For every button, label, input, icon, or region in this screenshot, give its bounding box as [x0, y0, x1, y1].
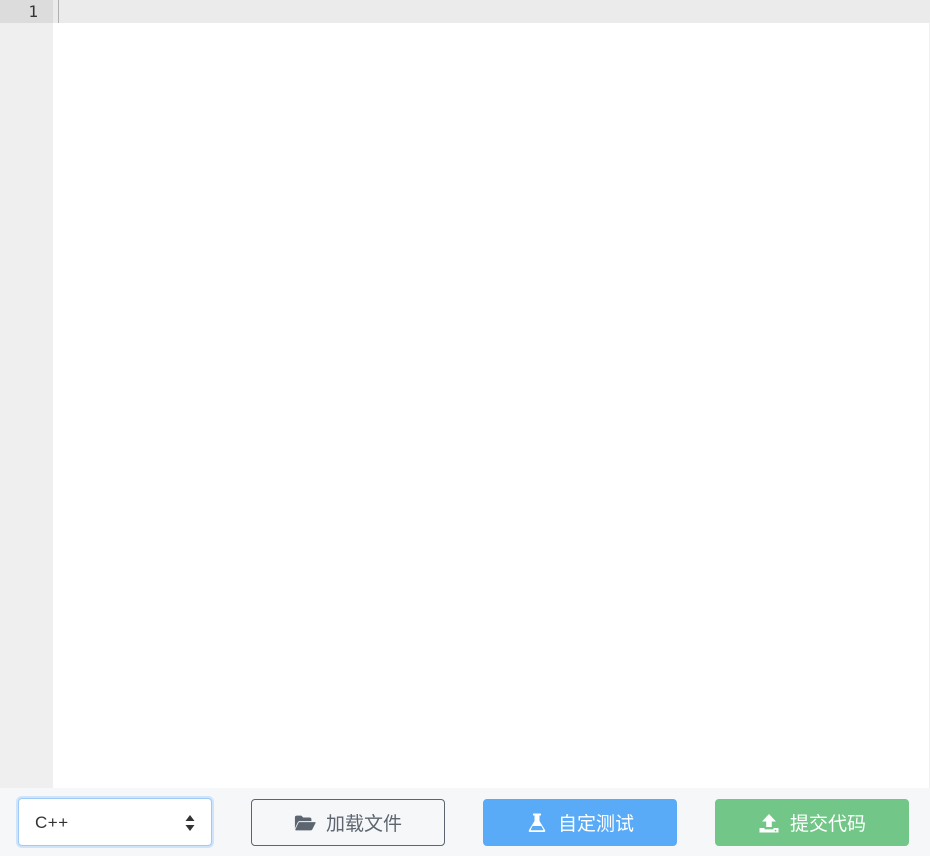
language-select[interactable]: C++: [18, 798, 212, 846]
line-number-gutter: [0, 0, 53, 788]
editor-toolbar: C++ 加载文件 自定测试 提交代码: [0, 788, 930, 856]
load-file-label: 加载文件: [325, 813, 402, 835]
folder-open-icon: [294, 813, 316, 833]
submit-code-button[interactable]: 提交代码: [715, 799, 909, 846]
code-editor[interactable]: 1: [0, 0, 930, 788]
active-line-highlight: [0, 0, 930, 23]
custom-test-button[interactable]: 自定测试: [483, 799, 677, 846]
upload-icon: [758, 813, 780, 833]
line-number: 1: [28, 2, 38, 21]
sort-arrows-icon: [185, 814, 195, 832]
submit-code-label: 提交代码: [789, 813, 866, 835]
text-cursor: [58, 0, 59, 23]
language-select-value: C++: [35, 813, 69, 832]
load-file-button[interactable]: 加载文件: [251, 799, 445, 846]
custom-test-label: 自定测试: [557, 813, 634, 835]
flask-icon: [526, 813, 548, 833]
